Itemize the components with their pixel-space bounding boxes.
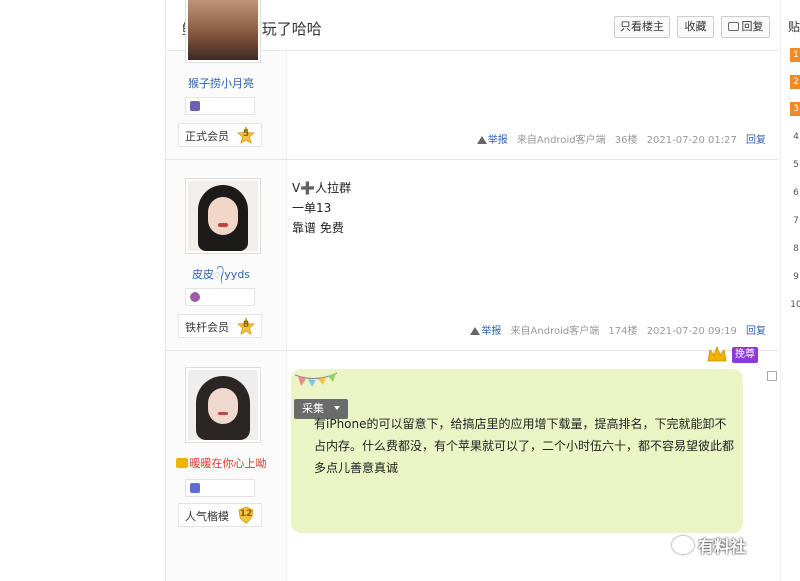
level-title: 铁杆会员: [185, 321, 229, 334]
level-star-icon: 5: [237, 126, 255, 144]
avatar[interactable]: [185, 0, 261, 63]
report-label: 举报: [487, 135, 508, 146]
level-shield-icon: 12: [237, 506, 255, 524]
author-only-button[interactable]: 只看楼主: [614, 16, 670, 38]
author-panel: 皮皮᭄yyds 铁杆会员 8: [166, 160, 287, 350]
level-number: 12: [239, 509, 253, 519]
ranking-sidebar: 贴 1 2 3 4 5 6 7 8 9 10: [778, 0, 800, 581]
post-content: 有iPhone的可以留意下，给搞店里的应用增下载量，提高排名，下完就能卸不占内存…: [314, 417, 735, 475]
level-star-icon: 8: [237, 317, 255, 335]
report-link[interactable]: 举报: [470, 326, 501, 337]
rank-number[interactable]: 3: [790, 102, 800, 116]
post-time: 2021-07-20 01:27: [646, 135, 737, 146]
member-badge-icon: [190, 292, 200, 302]
level-number: 5: [242, 129, 250, 139]
thread-main: 鲍照 好久没玩了哈哈 只看楼主 收藏 回复 猴子捞小月亮 正式会员 5 举报: [165, 0, 779, 581]
username-text: 暖暖在你心上呦: [189, 457, 267, 470]
level-number: 8: [242, 320, 250, 330]
reply-button-label: 回复: [741, 20, 764, 33]
member-level: 铁杆会员 8: [178, 314, 262, 338]
member-icon-box: [185, 479, 255, 497]
left-blank-area: [0, 0, 165, 581]
username[interactable]: 皮皮᭄yyds: [166, 266, 276, 286]
reply-link[interactable]: 回复: [746, 326, 766, 337]
post-line: 一单13: [292, 201, 332, 215]
post-line: V➕人拉群: [292, 181, 352, 195]
rank-number[interactable]: 2: [790, 75, 800, 89]
client-source: 来自Android客户端: [516, 135, 606, 146]
rank-number[interactable]: 5: [790, 158, 800, 172]
dropdown-arrow-icon: [334, 406, 340, 410]
member-icon-box: [185, 288, 255, 306]
report-link[interactable]: 举报: [476, 135, 508, 146]
member-level: 人气楷模 12: [178, 503, 262, 527]
floor-number: 36楼: [614, 135, 638, 146]
post-floor-36: 猴子捞小月亮 正式会员 5 举报 来自Android客户端 36楼 2021-0…: [166, 0, 778, 160]
crown-icon: [706, 345, 728, 363]
post-tail: 举报 来自Android客户端 36楼 2021-07-20 01:27 回复: [471, 131, 766, 146]
collapse-icon[interactable]: [767, 371, 777, 381]
rank-number[interactable]: 4: [790, 130, 800, 144]
author-panel: 暖暖在你心上呦 人气楷模 12: [166, 351, 287, 581]
floor-number: 174楼: [608, 326, 638, 337]
watermark: 有料社: [672, 533, 746, 557]
rank-number[interactable]: 9: [790, 270, 800, 284]
author-panel: 猴子捞小月亮 正式会员 5: [166, 0, 287, 159]
vip-button[interactable]: 挽尊: [732, 347, 758, 363]
post-tail: 举报 来自Android客户端 174楼 2021-07-20 09:19 回复: [464, 322, 766, 337]
avatar[interactable]: [185, 367, 261, 443]
watermark-text: 有料社: [698, 537, 747, 556]
rank-number[interactable]: 7: [790, 214, 800, 228]
favorite-button[interactable]: 收藏: [677, 16, 714, 38]
level-title: 正式会员: [185, 130, 229, 143]
avatar[interactable]: [185, 178, 261, 254]
level-title: 人气楷模: [185, 510, 229, 523]
warning-icon: [476, 136, 487, 144]
username[interactable]: 猴子捞小月亮: [166, 75, 276, 91]
rank-number[interactable]: 1: [790, 48, 800, 62]
vip-crown-icon: [175, 458, 188, 468]
member-level: 正式会员 5: [178, 123, 262, 147]
post-floor-174: 皮皮᭄yyds 铁杆会员 8 V➕人拉群 一单13 靠谱 免费 举报 来自And…: [166, 160, 778, 351]
member-icon-box: [185, 97, 255, 115]
sidebar-divider: [780, 0, 781, 581]
sidebar-title: 贴: [788, 20, 800, 34]
username[interactable]: 暖暖在你心上呦: [166, 455, 276, 471]
post-time: 2021-07-20 09:19: [646, 326, 737, 337]
rank-number[interactable]: 8: [790, 242, 800, 256]
comment-icon: [727, 22, 739, 31]
post-line: 靠谱 免费: [292, 221, 344, 235]
rank-number[interactable]: 10: [790, 298, 800, 312]
member-badge-icon: [190, 483, 200, 493]
wechat-icon: [672, 536, 694, 554]
rank-number[interactable]: 6: [790, 186, 800, 200]
report-label: 举报: [481, 326, 502, 337]
warning-icon: [470, 327, 481, 335]
member-badge-icon: [190, 101, 200, 111]
client-source: 来自Android客户端: [510, 326, 600, 337]
bunting-icon: [294, 371, 338, 392]
reply-link[interactable]: 回复: [746, 135, 766, 146]
reply-button[interactable]: 回复: [721, 16, 770, 38]
